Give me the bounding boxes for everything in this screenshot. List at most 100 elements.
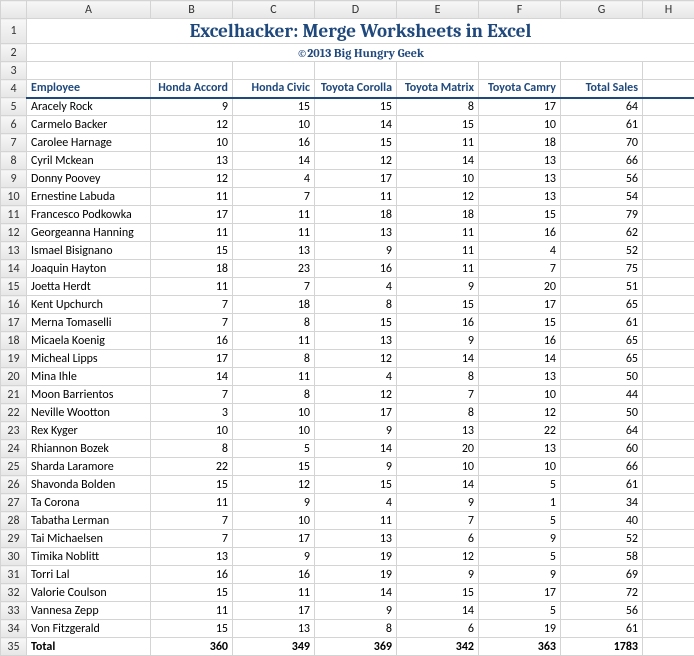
row-header[interactable]: 2 <box>1 44 27 62</box>
data-cell[interactable]: 7 <box>151 386 233 404</box>
data-cell[interactable]: 15 <box>315 314 397 332</box>
data-cell[interactable]: 12 <box>397 188 479 206</box>
data-cell[interactable]: 4 <box>233 170 315 188</box>
data-cell[interactable]: 15 <box>315 476 397 494</box>
data-cell[interactable]: 14 <box>315 584 397 602</box>
total-cell[interactable]: 360 <box>151 638 233 656</box>
data-cell[interactable]: 9 <box>397 494 479 512</box>
data-cell[interactable]: 61 <box>561 314 643 332</box>
employee-name[interactable]: Vannesa Zepp <box>27 602 151 620</box>
data-cell[interactable]: 14 <box>315 116 397 134</box>
row-header[interactable]: 26 <box>1 476 27 494</box>
row-header[interactable]: 28 <box>1 512 27 530</box>
data-cell[interactable]: 15 <box>315 98 397 116</box>
empty-cell[interactable] <box>643 260 694 278</box>
row-header[interactable]: 3 <box>1 62 27 80</box>
data-cell[interactable]: 64 <box>561 98 643 116</box>
col-header[interactable]: H <box>643 1 694 19</box>
col-header[interactable]: B <box>151 1 233 19</box>
employee-name[interactable]: Carolee Harnage <box>27 134 151 152</box>
employee-name[interactable]: Rhiannon Bozek <box>27 440 151 458</box>
data-cell[interactable]: 9 <box>315 422 397 440</box>
empty-cell[interactable] <box>643 530 694 548</box>
data-cell[interactable]: 11 <box>315 512 397 530</box>
data-cell[interactable]: 4 <box>315 494 397 512</box>
data-cell[interactable]: 13 <box>479 188 561 206</box>
data-cell[interactable]: 8 <box>397 368 479 386</box>
data-cell[interactable]: 8 <box>397 98 479 116</box>
total-label[interactable]: Total <box>27 638 151 656</box>
data-cell[interactable]: 15 <box>479 206 561 224</box>
employee-name[interactable]: Moon Barrientos <box>27 386 151 404</box>
empty-cell[interactable] <box>643 440 694 458</box>
employee-name[interactable]: Joaquin Hayton <box>27 260 151 278</box>
data-cell[interactable]: 61 <box>561 620 643 638</box>
col-header[interactable]: D <box>315 1 397 19</box>
row-header[interactable]: 31 <box>1 566 27 584</box>
empty-cell[interactable] <box>643 602 694 620</box>
empty-cell[interactable] <box>643 422 694 440</box>
data-cell[interactable]: 12 <box>315 152 397 170</box>
data-cell[interactable]: 4 <box>479 242 561 260</box>
data-cell[interactable]: 13 <box>479 170 561 188</box>
data-cell[interactable]: 10 <box>479 386 561 404</box>
data-cell[interactable]: 6 <box>397 530 479 548</box>
total-cell[interactable]: 363 <box>479 638 561 656</box>
data-cell[interactable]: 15 <box>397 296 479 314</box>
data-cell[interactable]: 15 <box>233 98 315 116</box>
data-cell[interactable]: 7 <box>151 530 233 548</box>
data-cell[interactable]: 52 <box>561 242 643 260</box>
data-cell[interactable]: 11 <box>233 332 315 350</box>
employee-name[interactable]: Aracely Rock <box>27 98 151 116</box>
data-cell[interactable]: 13 <box>479 152 561 170</box>
data-cell[interactable]: 11 <box>397 242 479 260</box>
data-cell[interactable]: 9 <box>315 602 397 620</box>
data-cell[interactable]: 79 <box>561 206 643 224</box>
data-cell[interactable]: 8 <box>151 440 233 458</box>
employee-name[interactable]: Valorie Coulson <box>27 584 151 602</box>
data-cell[interactable]: 51 <box>561 278 643 296</box>
empty-cell[interactable] <box>643 332 694 350</box>
data-cell[interactable]: 14 <box>397 476 479 494</box>
data-cell[interactable]: 12 <box>151 170 233 188</box>
row-header[interactable]: 17 <box>1 314 27 332</box>
total-cell[interactable]: 349 <box>233 638 315 656</box>
empty-cell[interactable] <box>643 152 694 170</box>
data-cell[interactable]: 17 <box>315 404 397 422</box>
data-cell[interactable]: 62 <box>561 224 643 242</box>
empty-cell[interactable] <box>643 638 694 656</box>
data-cell[interactable]: 11 <box>397 260 479 278</box>
data-cell[interactable]: 22 <box>479 422 561 440</box>
data-cell[interactable]: 8 <box>397 404 479 422</box>
data-cell[interactable]: 7 <box>151 314 233 332</box>
data-cell[interactable]: 8 <box>233 350 315 368</box>
data-cell[interactable]: 65 <box>561 296 643 314</box>
data-cell[interactable]: 13 <box>233 242 315 260</box>
data-cell[interactable]: 18 <box>233 296 315 314</box>
empty-cell[interactable] <box>315 62 397 80</box>
data-cell[interactable]: 13 <box>315 224 397 242</box>
employee-name[interactable]: Shavonda Bolden <box>27 476 151 494</box>
data-cell[interactable]: 11 <box>151 494 233 512</box>
data-cell[interactable]: 12 <box>315 386 397 404</box>
data-cell[interactable]: 16 <box>233 566 315 584</box>
row-header[interactable]: 18 <box>1 332 27 350</box>
header-col[interactable]: Honda Civic <box>233 80 315 98</box>
empty-cell[interactable] <box>643 584 694 602</box>
employee-name[interactable]: Joetta Herdt <box>27 278 151 296</box>
empty-cell[interactable] <box>643 296 694 314</box>
empty-cell[interactable] <box>643 242 694 260</box>
data-cell[interactable]: 18 <box>315 206 397 224</box>
data-cell[interactable]: 15 <box>315 134 397 152</box>
spreadsheet-grid[interactable]: A B C D E F G H 1Excelhacker: Merge Work… <box>0 0 694 656</box>
data-cell[interactable]: 1 <box>479 494 561 512</box>
data-cell[interactable]: 15 <box>151 620 233 638</box>
total-cell[interactable]: 342 <box>397 638 479 656</box>
data-cell[interactable]: 15 <box>233 458 315 476</box>
empty-cell[interactable] <box>643 170 694 188</box>
empty-cell[interactable] <box>561 62 643 80</box>
employee-name[interactable]: Georgeanna Hanning <box>27 224 151 242</box>
data-cell[interactable]: 65 <box>561 350 643 368</box>
employee-name[interactable]: Sharda Laramore <box>27 458 151 476</box>
data-cell[interactable]: 5 <box>479 476 561 494</box>
